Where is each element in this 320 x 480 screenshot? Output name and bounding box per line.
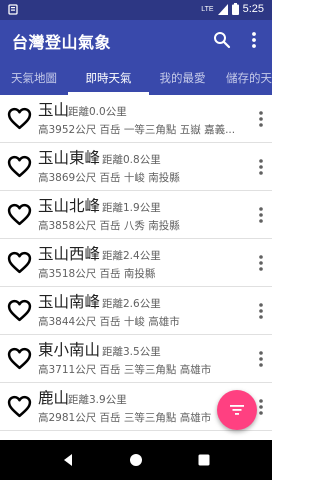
status-bar: LTE 5:25	[0, 0, 272, 20]
search-icon[interactable]	[212, 30, 232, 50]
mountain-info: 高2981公尺 百岳 三等三角點 高雄市	[38, 412, 212, 424]
list-item[interactable]: 玉山東峰 距離0.8公里 高3869公尺 百岳 十峻 南投縣	[0, 143, 272, 191]
more-vert-icon[interactable]	[258, 254, 264, 272]
list-item[interactable]: 玉山南峰 距離2.6公里 高3844公尺 百岳 十峻 高雄市	[0, 287, 272, 335]
mountain-distance: 距離1.9公里	[102, 202, 161, 214]
back-icon[interactable]	[60, 452, 76, 468]
favorite-heart-icon[interactable]	[7, 107, 32, 130]
mountain-info: 高3844公尺 百岳 十峻 高雄市	[38, 316, 180, 328]
mountain-distance: 距離3.9公里	[68, 394, 127, 406]
tab-bar: 天氣地圖 即時天氣 我的最愛 儲存的天氣	[0, 60, 272, 95]
home-icon[interactable]	[128, 452, 144, 468]
tab-saved-weather[interactable]: 儲存的天氣	[216, 60, 272, 95]
more-vert-icon[interactable]	[244, 30, 264, 50]
mountain-name: 玉山南峰	[38, 293, 101, 311]
mountain-name: 鹿山	[38, 389, 70, 407]
notification-icon	[8, 4, 18, 15]
clock: 5:25	[242, 3, 264, 15]
mountain-info: 高3711公尺 百岳 三等三角點 高雄市	[38, 364, 212, 376]
system-nav-bar	[0, 440, 272, 480]
more-vert-icon[interactable]	[258, 350, 264, 368]
tab-weather-map[interactable]: 天氣地圖	[0, 60, 68, 95]
list-item[interactable]: 玉山 距離0.0公里 高3952公尺 百岳 一等三角點 五嶽 嘉義...	[0, 95, 272, 143]
favorite-heart-icon[interactable]	[7, 203, 32, 226]
favorite-heart-icon[interactable]	[7, 251, 32, 274]
mountain-info: 高3518公尺 百岳 南投縣	[38, 268, 156, 280]
mountain-distance: 距離2.4公里	[102, 250, 161, 262]
tab-favorites[interactable]: 我的最愛	[149, 60, 216, 95]
filter-fab-button[interactable]	[217, 390, 257, 430]
signal-icon	[217, 3, 228, 15]
mountain-distance: 距離0.0公里	[68, 106, 127, 118]
mountain-name: 玉山北峰	[38, 197, 101, 215]
mountain-info: 高3869公尺 百岳 十峻 南投縣	[38, 172, 180, 184]
mountain-info: 高3858公尺 百岳 八秀 南投縣	[38, 220, 180, 232]
filter-icon	[230, 405, 244, 415]
mountain-name: 玉山東峰	[38, 149, 101, 167]
mountain-name: 東小南山	[38, 341, 101, 359]
battery-icon	[231, 3, 239, 15]
more-vert-icon[interactable]	[258, 110, 264, 128]
more-vert-icon[interactable]	[258, 206, 264, 224]
app-bar: 台灣登山氣象	[0, 20, 272, 60]
mountain-distance: 距離0.8公里	[102, 154, 161, 166]
tab-live-weather[interactable]: 即時天氣	[68, 60, 149, 95]
recents-icon[interactable]	[196, 452, 212, 468]
more-vert-icon[interactable]	[258, 158, 264, 176]
list-item[interactable]: 東小南山 距離3.5公里 高3711公尺 百岳 三等三角點 高雄市	[0, 335, 272, 383]
favorite-heart-icon[interactable]	[7, 155, 32, 178]
favorite-heart-icon[interactable]	[7, 395, 32, 418]
mountain-distance: 距離3.5公里	[102, 346, 161, 358]
more-vert-icon[interactable]	[258, 398, 264, 416]
mountain-distance: 距離2.6公里	[102, 298, 161, 310]
favorite-heart-icon[interactable]	[7, 347, 32, 370]
more-vert-icon[interactable]	[258, 302, 264, 320]
mountain-name: 玉山	[38, 101, 70, 119]
mountain-info: 高3952公尺 百岳 一等三角點 五嶽 嘉義...	[38, 124, 236, 136]
list-item[interactable]: 玉山北峰 距離1.9公里 高3858公尺 百岳 八秀 南投縣	[0, 191, 272, 239]
mountain-name: 玉山西峰	[38, 245, 101, 263]
list-item[interactable]: 玉山西峰 距離2.4公里 高3518公尺 百岳 南投縣	[0, 239, 272, 287]
favorite-heart-icon[interactable]	[7, 299, 32, 322]
network-type: LTE	[201, 5, 214, 13]
mountain-list: 玉山 距離0.0公里 高3952公尺 百岳 一等三角點 五嶽 嘉義... 玉山東…	[0, 95, 272, 440]
app-title: 台灣登山氣象	[12, 33, 112, 52]
